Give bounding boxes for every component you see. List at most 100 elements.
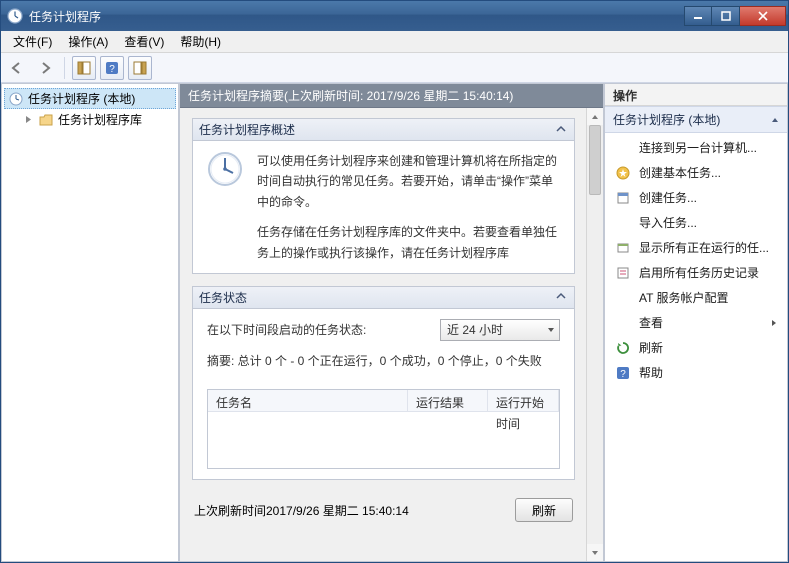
actions-section-title: 任务计划程序 (本地) bbox=[613, 111, 720, 128]
collapse-icon[interactable] bbox=[554, 123, 568, 137]
scroll-thumb[interactable] bbox=[589, 125, 601, 195]
svg-text:?: ? bbox=[109, 64, 115, 75]
blank-icon bbox=[615, 315, 631, 331]
action-create-basic[interactable]: 创建基本任务... bbox=[605, 160, 787, 185]
tree-library-node[interactable]: 任务计划程序库 bbox=[4, 109, 176, 130]
show-hide-tree-button[interactable] bbox=[72, 56, 96, 80]
menubar: 文件(F) 操作(A) 查看(V) 帮助(H) bbox=[1, 31, 788, 53]
overview-para2: 任务存储在任务计划程序库的文件夹中。若要查看单独任务上的操作或执行该操作，请在任… bbox=[257, 222, 560, 263]
action-help[interactable]: ? 帮助 bbox=[605, 360, 787, 385]
center-body: 任务计划程序概述 bbox=[180, 108, 603, 561]
window-title: 任务计划程序 bbox=[29, 8, 684, 25]
menu-help[interactable]: 帮助(H) bbox=[172, 31, 229, 52]
status-body: 在以下时间段启动的任务状态: 近 24 小时 摘要: 总计 0 个 - 0 个正… bbox=[193, 309, 574, 479]
action-enable-history-label: 启用所有任务历史记录 bbox=[639, 264, 779, 281]
titlebar: 任务计划程序 bbox=[1, 1, 788, 31]
svg-text:?: ? bbox=[620, 369, 626, 380]
action-connect-label: 连接到另一台计算机... bbox=[639, 139, 779, 156]
action-view-label: 查看 bbox=[639, 314, 663, 331]
actions-list: 连接到另一台计算机... 创建基本任务... 创建任务... 导入任务... bbox=[605, 133, 787, 387]
expand-icon[interactable] bbox=[22, 114, 34, 126]
blank-icon bbox=[615, 140, 631, 156]
action-enable-history[interactable]: 启用所有任务历史记录 bbox=[605, 260, 787, 285]
col-start-time[interactable]: 运行开始时间 bbox=[488, 390, 559, 411]
tree-library-label: 任务计划程序库 bbox=[58, 111, 142, 128]
action-import[interactable]: 导入任务... bbox=[605, 210, 787, 235]
wizard-icon bbox=[615, 165, 631, 181]
collapse-icon[interactable] bbox=[554, 290, 568, 304]
status-title: 任务状态 bbox=[199, 289, 247, 306]
status-table: 任务名 运行结果 运行开始时间 bbox=[207, 389, 560, 469]
refresh-button[interactable]: 刷新 bbox=[515, 498, 573, 522]
show-hide-action-pane-button[interactable] bbox=[128, 56, 152, 80]
app-clock-icon bbox=[7, 8, 23, 24]
scroll-down-icon[interactable] bbox=[587, 544, 603, 561]
toolbar: ? bbox=[1, 53, 788, 83]
chevron-right-icon bbox=[769, 316, 779, 330]
status-group: 任务状态 在以下时间段启动的任务状态: 近 24 小时 bbox=[192, 286, 575, 480]
status-summary: 摘要: 总计 0 个 - 0 个正在运行，0 个成功，0 个停止，0 个失败 bbox=[207, 351, 560, 371]
menu-file[interactable]: 文件(F) bbox=[5, 31, 60, 52]
action-create-task-label: 创建任务... bbox=[639, 189, 779, 206]
action-refresh[interactable]: 刷新 bbox=[605, 335, 787, 360]
maximize-button[interactable] bbox=[712, 6, 740, 26]
action-at-service-label: AT 服务帐户配置 bbox=[639, 289, 779, 306]
time-range-dropdown[interactable]: 近 24 小时 bbox=[440, 319, 560, 341]
navigation-tree[interactable]: 任务计划程序 (本地) 任务计划程序库 bbox=[1, 83, 179, 562]
action-show-running-label: 显示所有正在运行的任... bbox=[639, 239, 779, 256]
actions-pane-title: 操作 bbox=[605, 84, 787, 106]
overview-body: 可以使用任务计划程序来创建和管理计算机将在所指定的时间自动执行的常见任务。若要开… bbox=[193, 141, 574, 273]
minimize-button[interactable] bbox=[684, 6, 712, 26]
toolbar-separator bbox=[64, 57, 65, 79]
actions-section-header[interactable]: 任务计划程序 (本地) bbox=[605, 106, 787, 133]
scroll-track[interactable] bbox=[587, 125, 603, 544]
nav-back-button[interactable] bbox=[5, 56, 29, 80]
scroll-up-icon[interactable] bbox=[587, 108, 603, 125]
window-controls bbox=[684, 6, 786, 26]
col-run-result[interactable]: 运行结果 bbox=[408, 390, 488, 411]
help-toolbar-button[interactable]: ? bbox=[100, 56, 124, 80]
overview-para1: 可以使用任务计划程序来创建和管理计算机将在所指定的时间自动执行的常见任务。若要开… bbox=[257, 151, 560, 212]
action-import-label: 导入任务... bbox=[639, 214, 779, 231]
close-button[interactable] bbox=[740, 6, 786, 26]
running-tasks-icon bbox=[615, 240, 631, 256]
center-header-text: 任务计划程序摘要(上次刷新时间: 2017/9/26 星期二 15:40:14) bbox=[188, 87, 513, 104]
action-at-service[interactable]: AT 服务帐户配置 bbox=[605, 285, 787, 310]
clock-large-icon bbox=[207, 151, 243, 187]
action-refresh-label: 刷新 bbox=[639, 339, 779, 356]
col-task-name[interactable]: 任务名 bbox=[208, 390, 408, 411]
folder-icon bbox=[38, 112, 54, 128]
chevron-down-icon bbox=[547, 320, 555, 340]
tree-root-node[interactable]: 任务计划程序 (本地) bbox=[4, 88, 176, 109]
vertical-scrollbar[interactable] bbox=[586, 108, 603, 561]
overview-header[interactable]: 任务计划程序概述 bbox=[193, 119, 574, 141]
action-help-label: 帮助 bbox=[639, 364, 779, 381]
action-view[interactable]: 查看 bbox=[605, 310, 787, 335]
status-table-head: 任务名 运行结果 运行开始时间 bbox=[208, 390, 559, 412]
blank-icon bbox=[615, 290, 631, 306]
help-icon: ? bbox=[615, 365, 631, 381]
menu-action[interactable]: 操作(A) bbox=[60, 31, 116, 52]
overview-title: 任务计划程序概述 bbox=[199, 121, 295, 138]
clock-icon bbox=[8, 91, 24, 107]
action-show-running[interactable]: 显示所有正在运行的任... bbox=[605, 235, 787, 260]
task-icon bbox=[615, 190, 631, 206]
workspace: 任务计划程序 (本地) 任务计划程序库 任务计划程序摘要(上次刷新时间: 201… bbox=[1, 83, 788, 562]
nav-forward-button[interactable] bbox=[33, 56, 57, 80]
actions-pane: 操作 任务计划程序 (本地) 连接到另一台计算机... 创建基本任务... bbox=[604, 83, 788, 562]
center-pane: 任务计划程序摘要(上次刷新时间: 2017/9/26 星期二 15:40:14)… bbox=[179, 83, 604, 562]
action-create-basic-label: 创建基本任务... bbox=[639, 164, 779, 181]
status-header[interactable]: 任务状态 bbox=[193, 287, 574, 309]
overview-group: 任务计划程序概述 bbox=[192, 118, 575, 274]
blank-icon bbox=[615, 215, 631, 231]
action-connect[interactable]: 连接到另一台计算机... bbox=[605, 135, 787, 160]
time-range-value: 近 24 小时 bbox=[447, 320, 503, 340]
tree-root-label: 任务计划程序 (本地) bbox=[28, 90, 135, 107]
center-header: 任务计划程序摘要(上次刷新时间: 2017/9/26 星期二 15:40:14) bbox=[180, 84, 603, 108]
collapse-up-icon[interactable] bbox=[771, 113, 779, 127]
menu-view[interactable]: 查看(V) bbox=[116, 31, 172, 52]
action-create-task[interactable]: 创建任务... bbox=[605, 185, 787, 210]
center-footer: 上次刷新时间2017/9/26 星期二 15:40:14 刷新 bbox=[192, 492, 575, 522]
history-icon bbox=[615, 265, 631, 281]
status-range-label: 在以下时间段启动的任务状态: bbox=[207, 320, 366, 340]
